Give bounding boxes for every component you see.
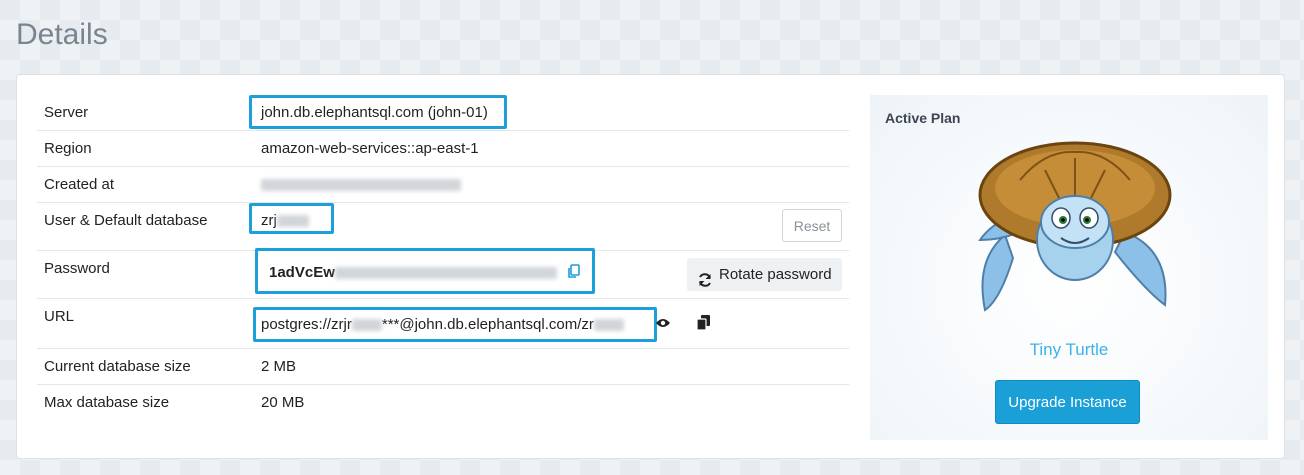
row-created-at: Created at: [37, 167, 849, 203]
db-size-value: 2 MB: [261, 358, 297, 375]
row-region: Region amazon-web-services::ap-east-1: [37, 131, 849, 167]
rotate-password-label: Rotate password: [719, 265, 832, 283]
row-db-size: Current database size 2 MB: [37, 349, 849, 385]
highlight-user: [249, 203, 334, 234]
user-label: User & Default database: [44, 212, 208, 229]
max-size-value: 20 MB: [261, 394, 305, 411]
copy-icon[interactable]: [567, 264, 581, 284]
created-at-value-redacted: [261, 176, 461, 193]
page-title: Details: [16, 18, 108, 51]
highlight-password: [255, 248, 595, 294]
region-value: amazon-web-services::ap-east-1: [261, 140, 479, 157]
eye-icon[interactable]: [655, 316, 671, 334]
details-card: Server john.db.elephantsql.com (john-01)…: [16, 74, 1285, 459]
max-size-label: Max database size: [44, 394, 170, 411]
refresh-icon: [698, 267, 712, 299]
highlight-server: [249, 95, 507, 129]
row-user: User & Default database zrj: [37, 203, 849, 251]
highlight-url: [253, 307, 657, 342]
row-max-size: Max database size 20 MB: [37, 385, 849, 421]
plan-title: Active Plan: [885, 110, 961, 126]
active-plan-panel: Active Plan Tiny Turtle Upgrade Instance: [870, 95, 1268, 440]
server-label: Server: [44, 104, 89, 121]
created-at-label: Created at: [44, 176, 115, 193]
reset-button[interactable]: Reset: [782, 209, 842, 242]
copy-url-icon[interactable]: [696, 315, 710, 335]
url-label: URL: [44, 308, 75, 325]
password-label: Password: [44, 260, 110, 277]
region-label: Region: [44, 140, 92, 157]
turtle-mascot-icon: [978, 141, 1172, 312]
db-size-label: Current database size: [44, 358, 191, 375]
plan-name: Tiny Turtle: [1029, 340, 1109, 359]
rotate-password-button[interactable]: Rotate password: [687, 258, 842, 291]
upgrade-instance-button[interactable]: Upgrade Instance: [995, 380, 1140, 424]
